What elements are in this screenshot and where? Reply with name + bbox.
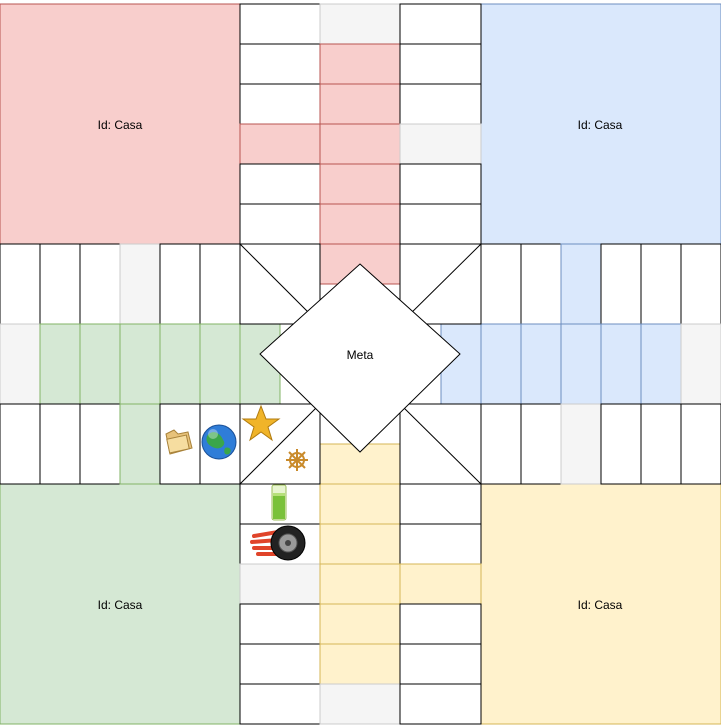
cell-safe[interactable] (239, 563, 321, 605)
cell[interactable] (399, 203, 482, 245)
cell[interactable] (520, 243, 562, 325)
cell[interactable] (399, 523, 482, 565)
cell-yellow-path[interactable] (319, 523, 401, 565)
cell-safe[interactable] (0, 323, 41, 405)
cell-safe[interactable] (119, 243, 161, 325)
cell[interactable] (79, 243, 121, 325)
cell[interactable] (239, 163, 321, 205)
cell-green-path[interactable] (79, 323, 121, 405)
cell[interactable] (399, 643, 482, 685)
cell-red-path[interactable] (319, 43, 401, 85)
cell[interactable] (239, 603, 321, 645)
cell[interactable] (399, 603, 482, 645)
cell[interactable] (199, 243, 241, 325)
home-blue-label: Id: Casa (578, 118, 623, 132)
cell[interactable] (79, 403, 121, 485)
cell-blue-path[interactable] (560, 323, 602, 405)
ship-wheel-icon (286, 449, 308, 471)
home-green: Id: Casa (0, 483, 241, 725)
cell-blue-path[interactable] (600, 323, 642, 405)
cell-yellow-path[interactable] (319, 643, 401, 685)
cell[interactable] (480, 243, 522, 325)
cell-green-path[interactable] (159, 323, 201, 405)
energy-drink-icon (271, 484, 287, 521)
cell-safe[interactable] (319, 3, 401, 45)
globe-icon (201, 424, 237, 460)
home-blue: Id: Casa (480, 3, 721, 245)
cell[interactable] (0, 403, 41, 485)
cell-red-path[interactable] (319, 203, 401, 245)
parchis-board: Id: Casa Id: Casa Id: Casa Id: Casa Meta (0, 3, 721, 725)
cell[interactable] (239, 43, 321, 85)
cell[interactable] (480, 403, 522, 485)
cell-safe[interactable] (399, 123, 482, 165)
cell-yellow-path[interactable] (319, 483, 401, 525)
cell[interactable] (640, 243, 682, 325)
cell[interactable] (39, 243, 81, 325)
cell-green-path[interactable] (39, 323, 81, 405)
cell[interactable] (600, 243, 642, 325)
cell-green-entry[interactable] (119, 403, 161, 485)
cell[interactable] (399, 83, 482, 125)
home-red: Id: Casa (0, 3, 241, 245)
cell-blue-entry[interactable] (560, 243, 602, 325)
cell[interactable] (680, 403, 721, 485)
cell-blue-path[interactable] (520, 323, 562, 405)
cell[interactable] (399, 483, 482, 525)
cell[interactable] (520, 403, 562, 485)
cell-yellow-path[interactable] (319, 603, 401, 645)
cell[interactable] (0, 243, 41, 325)
home-yellow-label: Id: Casa (578, 598, 623, 612)
cell-green-path[interactable] (199, 323, 241, 405)
cell-red-path[interactable] (319, 83, 401, 125)
cell-red-path[interactable] (319, 163, 401, 205)
home-yellow: Id: Casa (480, 483, 721, 725)
right-arm (440, 243, 721, 485)
cell-red-entry[interactable] (239, 123, 321, 165)
cell-yellow-entry[interactable] (399, 563, 482, 605)
cell[interactable] (239, 3, 321, 45)
cell[interactable] (39, 403, 81, 485)
top-arm (239, 3, 482, 285)
cell[interactable] (399, 683, 482, 725)
cell[interactable] (600, 403, 642, 485)
left-arm (0, 243, 281, 485)
goal-label: Meta (347, 348, 374, 362)
cell[interactable] (239, 203, 321, 245)
cell-safe[interactable] (680, 323, 721, 405)
cell[interactable] (159, 243, 201, 325)
cell-blue-path[interactable] (640, 323, 682, 405)
cell-safe[interactable] (560, 403, 602, 485)
cell[interactable] (680, 243, 721, 325)
cell[interactable] (239, 83, 321, 125)
cell-safe[interactable] (319, 683, 401, 725)
cell-green-path[interactable] (119, 323, 161, 405)
cell-blue-path[interactable] (480, 323, 522, 405)
cell[interactable] (399, 43, 482, 85)
cell[interactable] (399, 3, 482, 45)
cell[interactable] (399, 163, 482, 205)
cell-red-path[interactable] (319, 123, 401, 165)
cell[interactable] (239, 683, 321, 725)
home-green-label: Id: Casa (98, 598, 143, 612)
home-red-label: Id: Casa (98, 118, 143, 132)
cell-yellow-path[interactable] (319, 563, 401, 605)
cell[interactable] (640, 403, 682, 485)
cell[interactable] (239, 643, 321, 685)
